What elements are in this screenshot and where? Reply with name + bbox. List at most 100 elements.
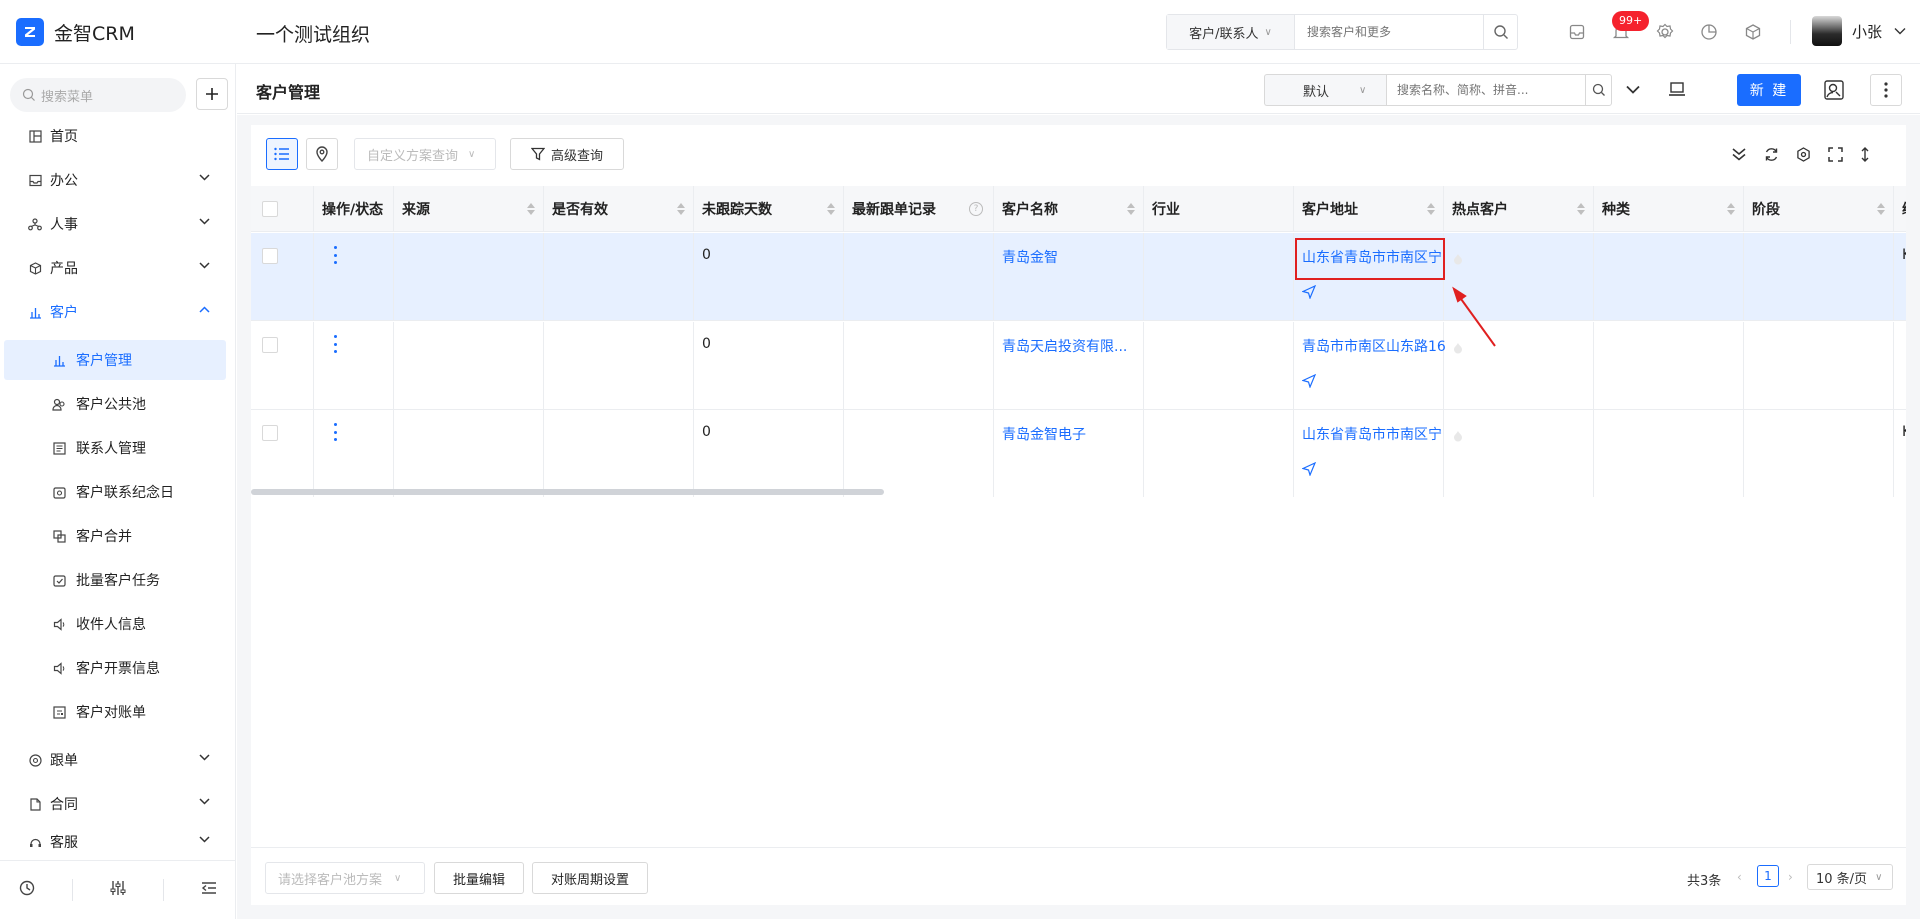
sidebar-item-product[interactable]: 产品 <box>4 248 226 288</box>
menu-search-input[interactable]: 搜索菜单 <box>10 78 186 112</box>
customer-name-link[interactable]: 青岛金智电子 <box>1002 424 1086 444</box>
search-icon[interactable] <box>1585 75 1611 105</box>
collapse-menu-icon[interactable] <box>200 879 218 901</box>
kebab-icon[interactable] <box>334 423 338 441</box>
address-link[interactable]: 青岛市市南区山东路16 <box>1302 336 1445 356</box>
help-icon[interactable]: ? <box>969 202 983 216</box>
select-all-checkbox[interactable] <box>262 201 278 217</box>
sort-icon[interactable] <box>827 203 835 215</box>
more-menu-button[interactable] <box>1870 74 1902 106</box>
chevron-down-icon[interactable] <box>1623 79 1643 99</box>
row-checkbox[interactable] <box>262 248 278 264</box>
sidebar-item-follow[interactable]: 跟单 <box>4 740 226 780</box>
sidebar-item-invoice[interactable]: 客户开票信息 <box>4 648 226 688</box>
sidebar-item-anniversary[interactable]: 客户联系纪念日 <box>4 472 226 512</box>
history-icon[interactable] <box>18 879 36 901</box>
send-location-icon[interactable] <box>1301 373 1317 392</box>
monitor-icon[interactable] <box>1667 79 1687 99</box>
flame-icon[interactable] <box>1452 430 1464 442</box>
header-col[interactable]: 最新跟单记录? <box>844 186 994 232</box>
sidebar-item-home[interactable]: 首页 <box>4 116 226 156</box>
sidebar-item-public-pool[interactable]: 客户公共池 <box>4 384 226 424</box>
sidebar-item-contract[interactable]: 合同 <box>4 784 226 824</box>
header-label: 最新跟单记录 <box>852 202 936 218</box>
sliders-icon[interactable] <box>109 879 127 901</box>
table-row[interactable]: 0 青岛金智 山东省青岛市市南区宁 K <box>251 233 1906 321</box>
list-view-button[interactable] <box>266 138 298 170</box>
user-menu[interactable]: 小张 <box>1812 16 1906 46</box>
row-checkbox[interactable] <box>262 425 278 441</box>
advanced-query-button[interactable]: 高级查询 <box>510 138 624 170</box>
search-icon[interactable] <box>1483 15 1517 49</box>
sidebar-item-merge[interactable]: 客户合并 <box>4 516 226 556</box>
header-col[interactable]: 热点客户 <box>1444 186 1594 232</box>
message-icon[interactable] <box>1567 22 1587 42</box>
customer-name-link[interactable]: 青岛金智 <box>1002 247 1058 267</box>
gear-icon[interactable] <box>1655 22 1675 42</box>
send-location-icon[interactable] <box>1301 461 1317 480</box>
prev-page-icon[interactable]: ‹ <box>1737 870 1742 884</box>
kebab-icon[interactable] <box>334 335 338 353</box>
horizontal-scrollbar[interactable] <box>251 489 884 495</box>
pool-plan-select[interactable]: 请选择客户池方案 ∨ <box>265 862 425 894</box>
sidebar-item-customer[interactable]: 客户 <box>4 292 226 332</box>
new-button[interactable]: 新 建 <box>1737 74 1801 106</box>
sidebar-item-hr[interactable]: 人事 <box>4 204 226 244</box>
header-col[interactable]: 客户地址 <box>1294 186 1444 232</box>
header-col[interactable]: 编 <box>1894 186 1906 232</box>
batch-edit-button[interactable]: 批量编辑 <box>434 862 524 894</box>
sidebar-item-recipients[interactable]: 收件人信息 <box>4 604 226 644</box>
sidebar-item-service[interactable]: 客服 <box>4 828 226 856</box>
next-page-icon[interactable]: › <box>1788 870 1793 884</box>
sort-icon[interactable] <box>1727 203 1735 215</box>
view-select[interactable]: 默认 ∨ <box>1264 74 1386 106</box>
org-name[interactable]: 一个测试组织 <box>256 20 370 47</box>
sidebar-item-statement[interactable]: 客户对账单 <box>4 692 226 732</box>
flame-icon[interactable] <box>1452 253 1464 265</box>
header-col[interactable]: 种类 <box>1594 186 1744 232</box>
refresh-icon[interactable] <box>1762 145 1780 163</box>
sidebar-item-contacts[interactable]: 联系人管理 <box>4 428 226 468</box>
header-col[interactable]: 未跟踪天数 <box>694 186 844 232</box>
pie-chart-icon[interactable] <box>1699 22 1719 42</box>
user-search-icon[interactable] <box>1818 74 1850 106</box>
row-height-icon[interactable] <box>1856 145 1874 163</box>
sidebar-item-customer-management[interactable]: 客户管理 <box>4 340 226 380</box>
table-row[interactable]: 0 青岛天启投资有限... 青岛市市南区山东路16 <box>251 322 1906 410</box>
header-col[interactable]: 是否有效 <box>544 186 694 232</box>
row-checkbox[interactable] <box>262 337 278 353</box>
cycle-settings-button[interactable]: 对账周期设置 <box>532 862 648 894</box>
global-search-input[interactable] <box>1295 15 1483 49</box>
fullscreen-icon[interactable] <box>1826 145 1844 163</box>
flame-icon[interactable] <box>1452 342 1464 354</box>
page-number[interactable]: 1 <box>1757 865 1779 887</box>
header-col[interactable]: 客户名称 <box>994 186 1144 232</box>
sort-icon[interactable] <box>1877 203 1885 215</box>
sidebar-item-batch-task[interactable]: 批量客户任务 <box>4 560 226 600</box>
kebab-icon[interactable] <box>334 246 338 264</box>
page-size-select[interactable]: 10 条/页 ∨ <box>1807 864 1893 890</box>
table-row[interactable]: 0 青岛金智电子 山东省青岛市市南区宁 K <box>251 410 1906 497</box>
cube-icon[interactable] <box>1743 22 1763 42</box>
settings-icon[interactable] <box>1794 145 1812 163</box>
map-view-button[interactable] <box>306 138 338 170</box>
app-logo[interactable]: 金智CRM <box>16 18 135 46</box>
sort-icon[interactable] <box>527 203 535 215</box>
customer-name-link[interactable]: 青岛天启投资有限... <box>1002 336 1127 356</box>
header-col[interactable]: 行业 <box>1144 186 1294 232</box>
sort-icon[interactable] <box>1427 203 1435 215</box>
address-link[interactable]: 山东省青岛市市南区宁 <box>1302 424 1445 444</box>
sort-icon[interactable] <box>1127 203 1135 215</box>
header-col[interactable]: 阶段 <box>1744 186 1894 232</box>
header-col[interactable]: 来源 <box>394 186 544 232</box>
double-chevron-down-icon[interactable] <box>1730 145 1748 163</box>
sort-icon[interactable] <box>677 203 685 215</box>
header-col[interactable]: 操作/状态 <box>314 186 394 232</box>
sidebar-item-office[interactable]: 办公 <box>4 160 226 200</box>
search-scope-select[interactable]: 客户/联系人 ∨ <box>1167 15 1295 49</box>
add-button[interactable] <box>196 78 228 110</box>
send-location-icon[interactable] <box>1301 284 1317 303</box>
list-search-input[interactable] <box>1387 75 1585 105</box>
plan-query-select[interactable]: 自定义方案查询 ∨ <box>354 138 496 170</box>
sort-icon[interactable] <box>1577 203 1585 215</box>
